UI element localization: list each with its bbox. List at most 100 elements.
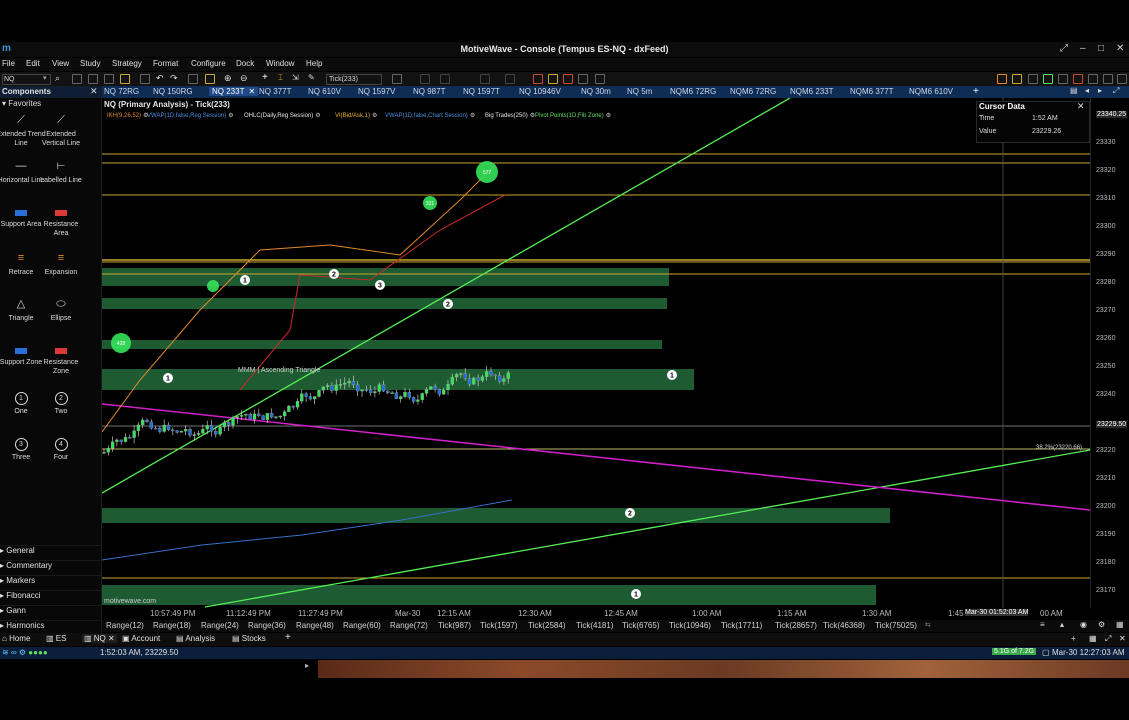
tool-labelled-line[interactable]: ⊢ Labelled Line (36, 162, 86, 185)
tab-analysis[interactable]: ▤ Analysis (176, 634, 215, 643)
add-workspace-icon[interactable]: + (285, 632, 291, 643)
category-gann[interactable]: ▸ Gann (0, 605, 101, 619)
favorites-header[interactable]: ▾ Favorites (2, 99, 41, 108)
alert-icon[interactable] (533, 74, 543, 84)
cursor-icon[interactable]: ⌶ (278, 73, 283, 83)
indicator-label[interactable]: VWAP(1D,false,Chart Session) ⚙ (385, 112, 475, 119)
chevron-down-icon[interactable]: ▾ (43, 74, 47, 82)
tab-nq-377t[interactable]: NQ 377T (259, 87, 291, 96)
scroll-right-icon[interactable]: ▸ (1098, 86, 1102, 95)
tool-g-icon[interactable] (1088, 74, 1098, 84)
undo-icon[interactable]: ↶ (156, 73, 164, 84)
settings-icon[interactable]: ⚙ (1098, 620, 1105, 629)
tool-c-icon[interactable] (1028, 74, 1038, 84)
range-tab[interactable]: Tick(4181) (576, 621, 614, 630)
indicator-label[interactable]: Big Trades(250) ⚙ (485, 112, 535, 119)
range-tab[interactable]: Tick(987) (438, 621, 471, 630)
indicator-label[interactable]: Pivot Points(1D,Fib Zone) ⚙ (535, 112, 611, 119)
tool-f-icon[interactable] (1073, 74, 1083, 84)
menu-window[interactable]: Window (266, 59, 294, 68)
tool-two[interactable]: 2 Two (36, 392, 86, 416)
tool-e-icon[interactable] (1058, 74, 1068, 84)
folder-icon[interactable] (120, 74, 130, 84)
compare-icon[interactable] (505, 74, 515, 84)
range-tab[interactable]: Range(72) (390, 621, 428, 630)
layout-icon[interactable] (188, 74, 198, 84)
category-markers[interactable]: ▸ Markers (0, 575, 101, 589)
menu-view[interactable]: View (52, 59, 69, 68)
range-tab[interactable]: Tick(17711) (721, 621, 762, 630)
indicator-label[interactable]: VWAP(1D,false,Reg Session) ⚙ (147, 112, 234, 119)
menu-study[interactable]: Study (80, 59, 100, 68)
indicator-label[interactable]: OHLC(Daily,Reg Session) ⚙ (244, 112, 321, 119)
range-tab[interactable]: Tick(1597) (480, 621, 518, 630)
range-tab[interactable]: Tick(46368) (823, 621, 865, 630)
menu-file[interactable]: File (2, 59, 15, 68)
grid-icon[interactable]: ▦ (1089, 634, 1097, 643)
tool-resistance-area[interactable]: Resistance Area (36, 208, 86, 238)
save-icon[interactable] (88, 74, 98, 84)
range-tab[interactable]: Tick(2584) (528, 621, 566, 630)
category-general[interactable]: ▸ General (0, 545, 101, 559)
tool-a-icon[interactable] (997, 74, 1007, 84)
range-tab[interactable]: Tick(10946) (669, 621, 711, 630)
tab-nq[interactable]: ▥ NQ ✕ (82, 634, 117, 643)
menu-dock[interactable]: Dock (236, 59, 254, 68)
tab-stocks[interactable]: ▤ Stocks (232, 634, 266, 643)
close-icon[interactable]: ✕ (108, 634, 115, 643)
range-tab[interactable]: Tick(6765) (622, 621, 660, 630)
scroll-icon[interactable]: ⇆ (925, 621, 931, 629)
eye-icon[interactable]: ◉ (1080, 620, 1087, 629)
tab-nq-987t[interactable]: NQ 987T (413, 87, 445, 96)
tab-es[interactable]: ▥ ES (46, 634, 66, 643)
bar-chart-icon[interactable] (392, 74, 402, 84)
tab-nq-10946v[interactable]: NQ 10946V (519, 87, 561, 96)
scan-icon[interactable] (578, 74, 588, 84)
menu-configure[interactable]: Configure (191, 59, 226, 68)
tab-nqm6-377t[interactable]: NQM6 377T (850, 87, 894, 96)
zoom-in-icon[interactable]: ⊕ (224, 73, 232, 84)
close-icon[interactable]: ✕ (1116, 43, 1124, 54)
bars-icon[interactable]: ▦ (1116, 620, 1124, 629)
gear-icon[interactable]: ⚙ (228, 113, 233, 119)
tool-resistance-zone[interactable]: Resistance Zone (36, 346, 86, 376)
menu-edit[interactable]: Edit (26, 59, 40, 68)
close-icon[interactable]: ✕ (90, 86, 98, 97)
tool-expansion[interactable]: ≡ Expansion (36, 253, 86, 277)
tab-nq-233t[interactable]: NQ 233T ✕ (209, 87, 259, 96)
tab-nq-610v[interactable]: NQ 610V (308, 87, 341, 96)
range-tab[interactable]: Range(18) (153, 621, 191, 630)
tab-list-icon[interactable]: ▤ (1070, 86, 1078, 95)
bar-style-icon[interactable] (205, 74, 215, 84)
maximize-icon[interactable]: □ (1098, 43, 1104, 54)
chart-canvas[interactable]: 428 321 577 1 2 3 1 2 1 2 1 (101, 97, 1091, 608)
sync-icon[interactable] (440, 74, 450, 84)
tab-nqm6-610v[interactable]: NQM6 610V (909, 87, 953, 96)
trade-icon[interactable] (595, 74, 605, 84)
print-icon[interactable] (104, 74, 114, 84)
indicator-label[interactable]: IKH(9,26,52) ⚙ (107, 112, 148, 119)
tab-nqm6-72rg[interactable]: NQM6 72RG (730, 87, 776, 96)
tab-nq-72rg[interactable]: NQ 72RG (104, 87, 139, 96)
range-tab[interactable]: Range(36) (248, 621, 286, 630)
close-icon[interactable]: ✕ (1077, 101, 1085, 112)
indicator-label[interactable]: VI(Bid/Ask,1) ⚙ (335, 112, 377, 119)
interval-select[interactable]: Tick(233) (326, 74, 382, 85)
range-tab[interactable]: Tick(28657) (775, 621, 817, 630)
search-icon[interactable]: ⌕ (55, 73, 60, 84)
range-tab[interactable]: Range(12) (106, 621, 144, 630)
crosshair-icon[interactable]: + (262, 72, 268, 83)
fullscreen-icon[interactable]: ⤢ (1060, 43, 1068, 54)
gear-icon[interactable]: ⚙ (372, 113, 377, 119)
redo-icon[interactable]: ↷ (170, 73, 178, 84)
add-icon[interactable]: + (1071, 634, 1076, 643)
range-tab[interactable]: Range(24) (201, 621, 239, 630)
memory-badge[interactable]: 5.1G of 7.2G (992, 648, 1037, 655)
grid-icon[interactable] (480, 74, 490, 84)
measure-icon[interactable]: ⇲ (292, 73, 299, 82)
tab-nqm6-72rg[interactable]: NQM6 72RG (670, 87, 716, 96)
menu-strategy[interactable]: Strategy (112, 59, 142, 68)
tool-h-icon[interactable] (1103, 74, 1113, 84)
gear-icon[interactable]: ⚙ (470, 113, 475, 119)
tool-b-icon[interactable] (1012, 74, 1022, 84)
